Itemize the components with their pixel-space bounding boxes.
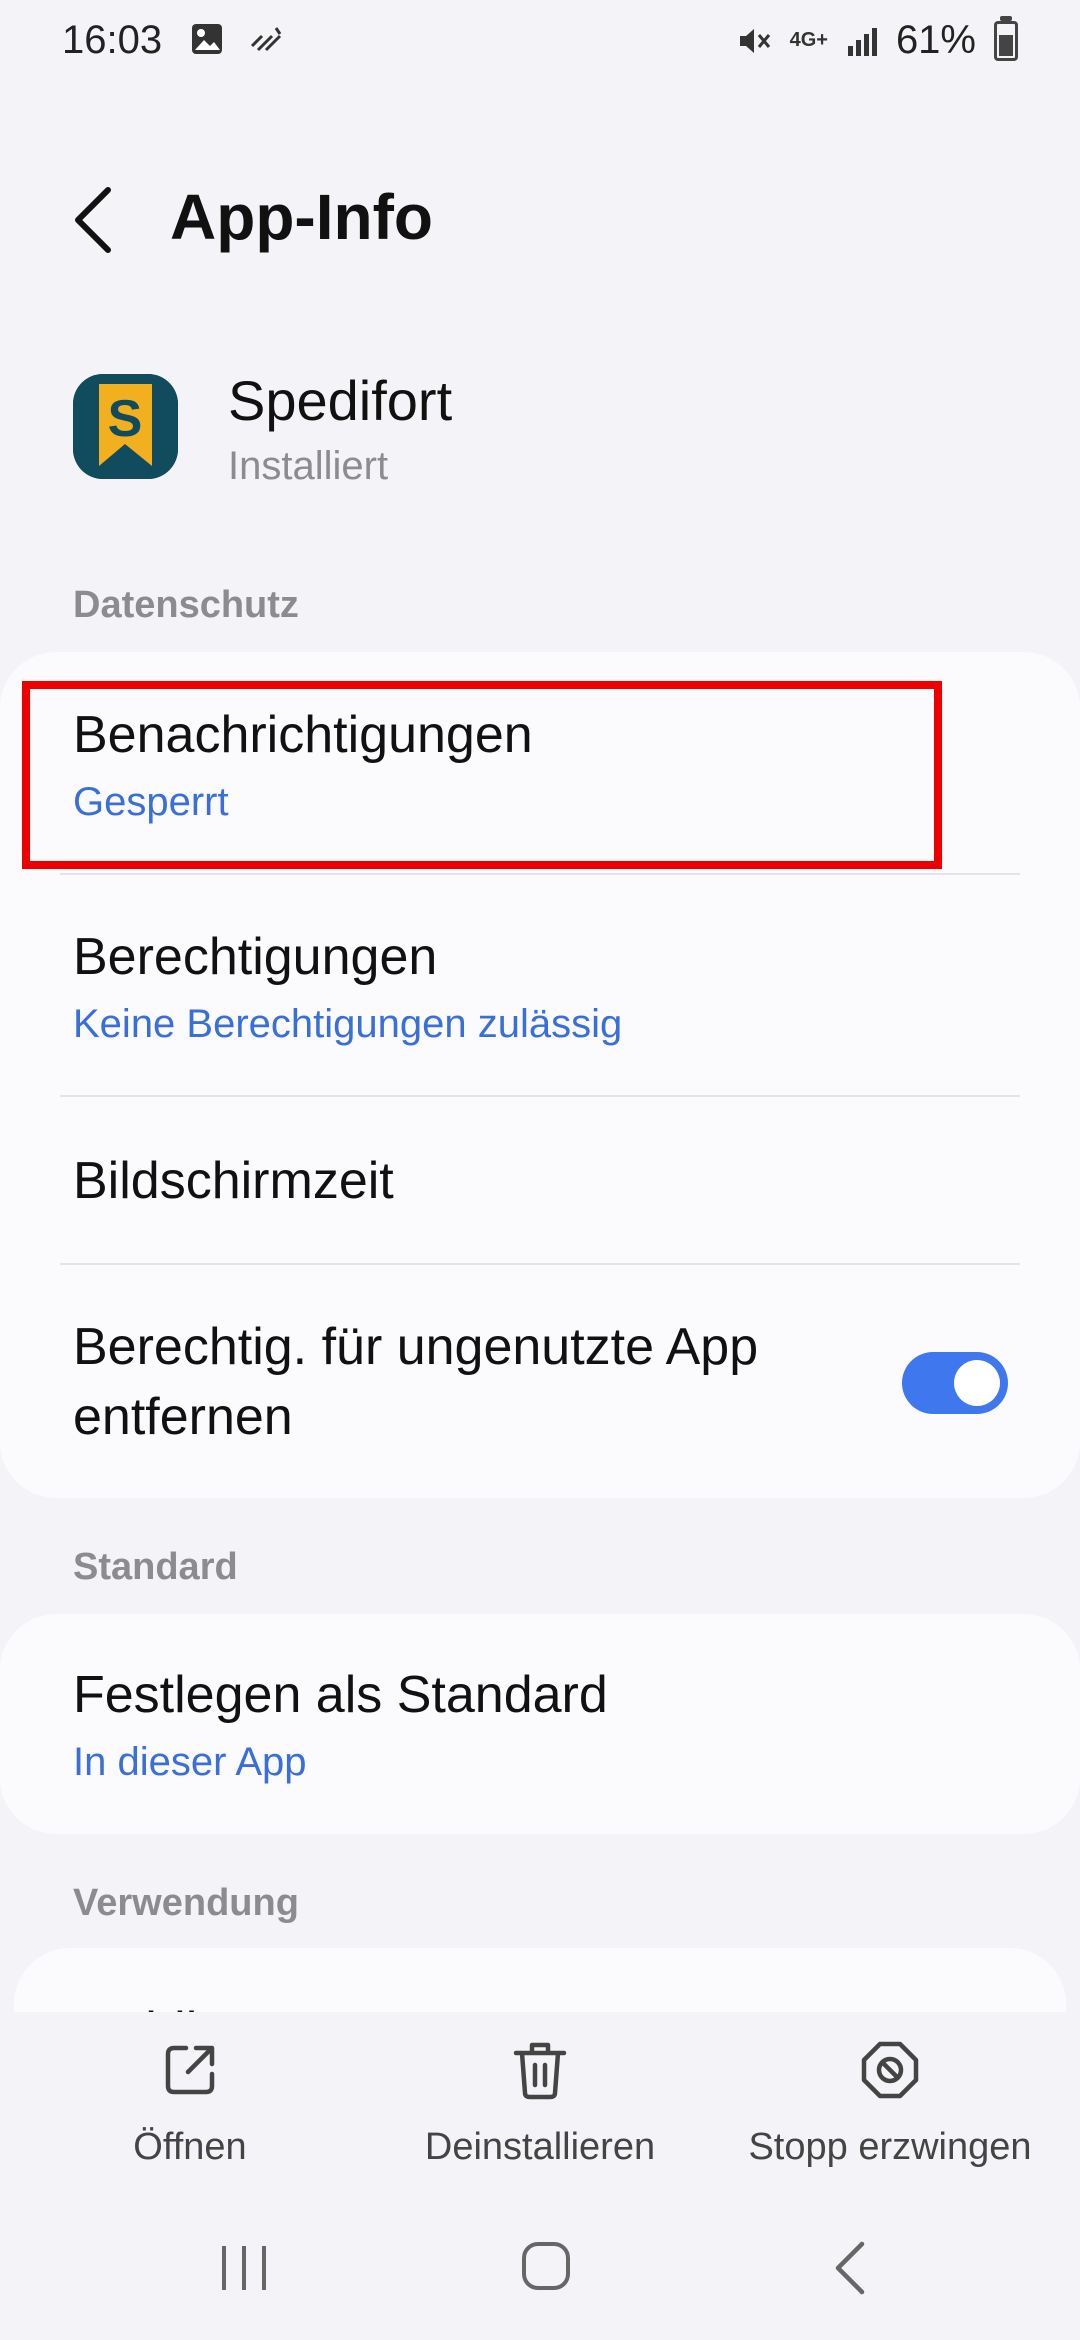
battery-level	[999, 34, 1013, 56]
permissions-item[interactable]: Berechtigungen Keine Berechtigungen zulä…	[73, 922, 973, 1052]
app-install-status: Installiert	[228, 444, 389, 488]
set-as-default-status: In dieser App	[73, 1740, 307, 1784]
remove-unused-permissions-item[interactable]: Berechtig. für ungenutzte App entfernen	[73, 1312, 873, 1452]
divider	[60, 1095, 1020, 1097]
open-label: Öffnen	[133, 2126, 247, 2168]
signal-icon	[847, 27, 877, 56]
screen-time-title: Bildschirmzeit	[73, 1152, 394, 1210]
network-type: 4G+	[789, 29, 828, 51]
app-name: Spedifort	[228, 369, 453, 432]
force-stop-label: Stopp erzwingen	[748, 2126, 1032, 2168]
section-label-privacy: Datenschutz	[73, 584, 299, 626]
open-external-icon	[165, 2045, 215, 2095]
permissions-status: Keine Berechtigungen zulässig	[73, 1002, 623, 1046]
back-chevron-icon	[75, 187, 111, 253]
uninstall-button[interactable]: Deinstallieren	[400, 2030, 680, 2169]
app-logo-icon: S	[73, 374, 178, 479]
divider	[60, 873, 1020, 875]
remove-unused-permissions-title: Berechtig. für ungenutzte App entfernen	[73, 1318, 759, 1446]
gallery-icon	[192, 24, 222, 54]
status-notification-icons	[190, 22, 284, 56]
nav-back-icon	[835, 2241, 865, 2295]
app-icon: S	[73, 374, 178, 479]
home-button[interactable]	[518, 2238, 578, 2298]
uninstall-label: Deinstallieren	[424, 2126, 656, 2168]
open-button[interactable]: Öffnen	[110, 2030, 270, 2169]
set-as-default-item[interactable]: Festlegen als Standard In dieser App	[73, 1660, 973, 1790]
force-stop-button[interactable]: Stopp erzwingen	[730, 2030, 1050, 2169]
divider	[60, 1263, 1020, 1265]
page-title: App-Info	[170, 181, 433, 253]
mute-icon	[739, 28, 770, 53]
battery-icon	[994, 15, 1018, 61]
screen-time-item[interactable]: Bildschirmzeit	[73, 1146, 973, 1216]
status-system-icons: 4G+ 61%	[736, 15, 1018, 63]
permissions-title: Berechtigungen	[73, 928, 438, 986]
home-icon	[522, 2242, 570, 2290]
sync-icon	[250, 27, 282, 52]
app-logo-letter: S	[108, 390, 143, 448]
nav-back-button[interactable]	[826, 2238, 876, 2298]
battery-percent: 61%	[895, 18, 976, 62]
status-time: 16:03	[62, 18, 163, 62]
section-label-usage: Verwendung	[73, 1882, 299, 1924]
force-stop-icon	[861, 2041, 919, 2099]
highlight-box	[22, 681, 942, 869]
recents-button[interactable]	[214, 2240, 274, 2296]
section-label-standard: Standard	[73, 1546, 238, 1588]
set-as-default-title: Festlegen als Standard	[73, 1666, 608, 1724]
back-button[interactable]	[60, 180, 130, 260]
recents-icon	[222, 2246, 266, 2290]
trash-icon	[513, 2042, 567, 2100]
remove-unused-permissions-toggle[interactable]	[902, 1352, 1008, 1414]
toggle-knob	[954, 1360, 1000, 1406]
